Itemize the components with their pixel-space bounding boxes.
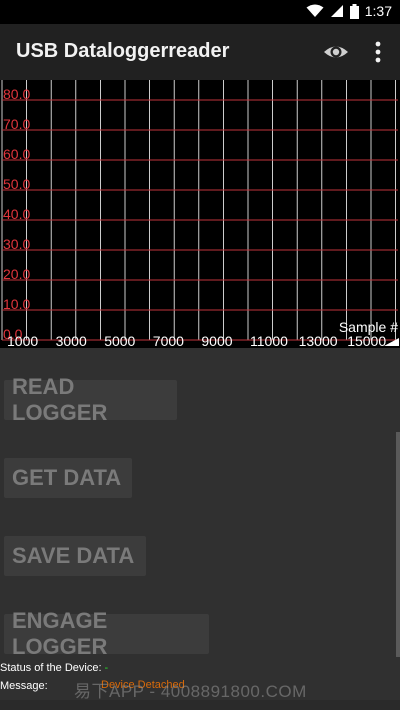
x-tick-label: 13000 <box>299 333 338 348</box>
y-tick-label: 60.0 <box>3 146 30 162</box>
engage-logger-button[interactable]: ENGAGE LOGGER <box>4 608 209 659</box>
y-tick-label: 40.0 <box>3 206 30 222</box>
x-tick-label: 7000 <box>153 333 184 348</box>
save-data-label: SAVE DATA <box>12 543 135 568</box>
status-time: 1:37 <box>364 3 392 19</box>
overflow-menu-icon[interactable] <box>368 38 388 66</box>
eye-icon[interactable] <box>322 40 350 64</box>
bottom-bar <box>0 700 400 710</box>
y-tick-label: 70.0 <box>3 116 30 132</box>
chart-svg: 0.010.020.030.040.050.060.070.080.01000 3… <box>1 80 399 348</box>
app-bar: USB Dataloggerreader <box>0 24 400 80</box>
status-icons: 1:37 <box>306 3 392 19</box>
app-title: USB Dataloggerreader <box>16 40 230 62</box>
x-tick-label: 9000 <box>201 333 232 348</box>
get-data-label: GET DATA <box>12 465 122 490</box>
read-logger-label: READ LOGGER <box>12 374 108 425</box>
device-status-label: Status of the Device: <box>0 662 102 674</box>
message-value: Device Detached <box>101 679 185 691</box>
y-tick-label: 10.0 <box>3 296 30 312</box>
read-logger-button[interactable]: READ LOGGER <box>4 374 177 425</box>
x-tick-label: 11000 <box>250 333 288 348</box>
x-tick-label: 1000 <box>7 333 38 348</box>
message-row: Message: <box>0 680 48 692</box>
get-data-button[interactable]: GET DATA <box>4 458 132 498</box>
device-status-row: Status of the Device: - <box>0 662 108 674</box>
axis-arrow <box>384 338 399 346</box>
y-tick-label: 20.0 <box>3 266 30 282</box>
message-label: Message: <box>0 680 48 692</box>
x-tick-label: 3000 <box>56 333 87 348</box>
status-bar: 1:37 <box>0 0 400 24</box>
engage-logger-label: ENGAGE LOGGER <box>12 608 108 659</box>
signal-icon <box>330 5 343 17</box>
save-data-button[interactable]: SAVE DATA <box>4 536 146 576</box>
y-tick-label: 50.0 <box>3 176 30 192</box>
y-tick-label: 30.0 <box>3 236 30 252</box>
x-axis-title: Sample # <box>339 319 398 335</box>
y-tick-label: 80.0 <box>3 86 30 102</box>
x-tick-label: 5000 <box>104 333 135 348</box>
scrollbar[interactable] <box>396 432 400 657</box>
sample-chart: 0.0 10.0 20.0 30.0 40.0 50.0 60.0 70.0 80.0 1000 3… <box>0 80 400 348</box>
x-tick-label: 15000 <box>347 333 386 348</box>
device-status-value: - <box>104 662 109 674</box>
wifi-icon <box>306 4 324 17</box>
battery-icon <box>349 3 359 19</box>
